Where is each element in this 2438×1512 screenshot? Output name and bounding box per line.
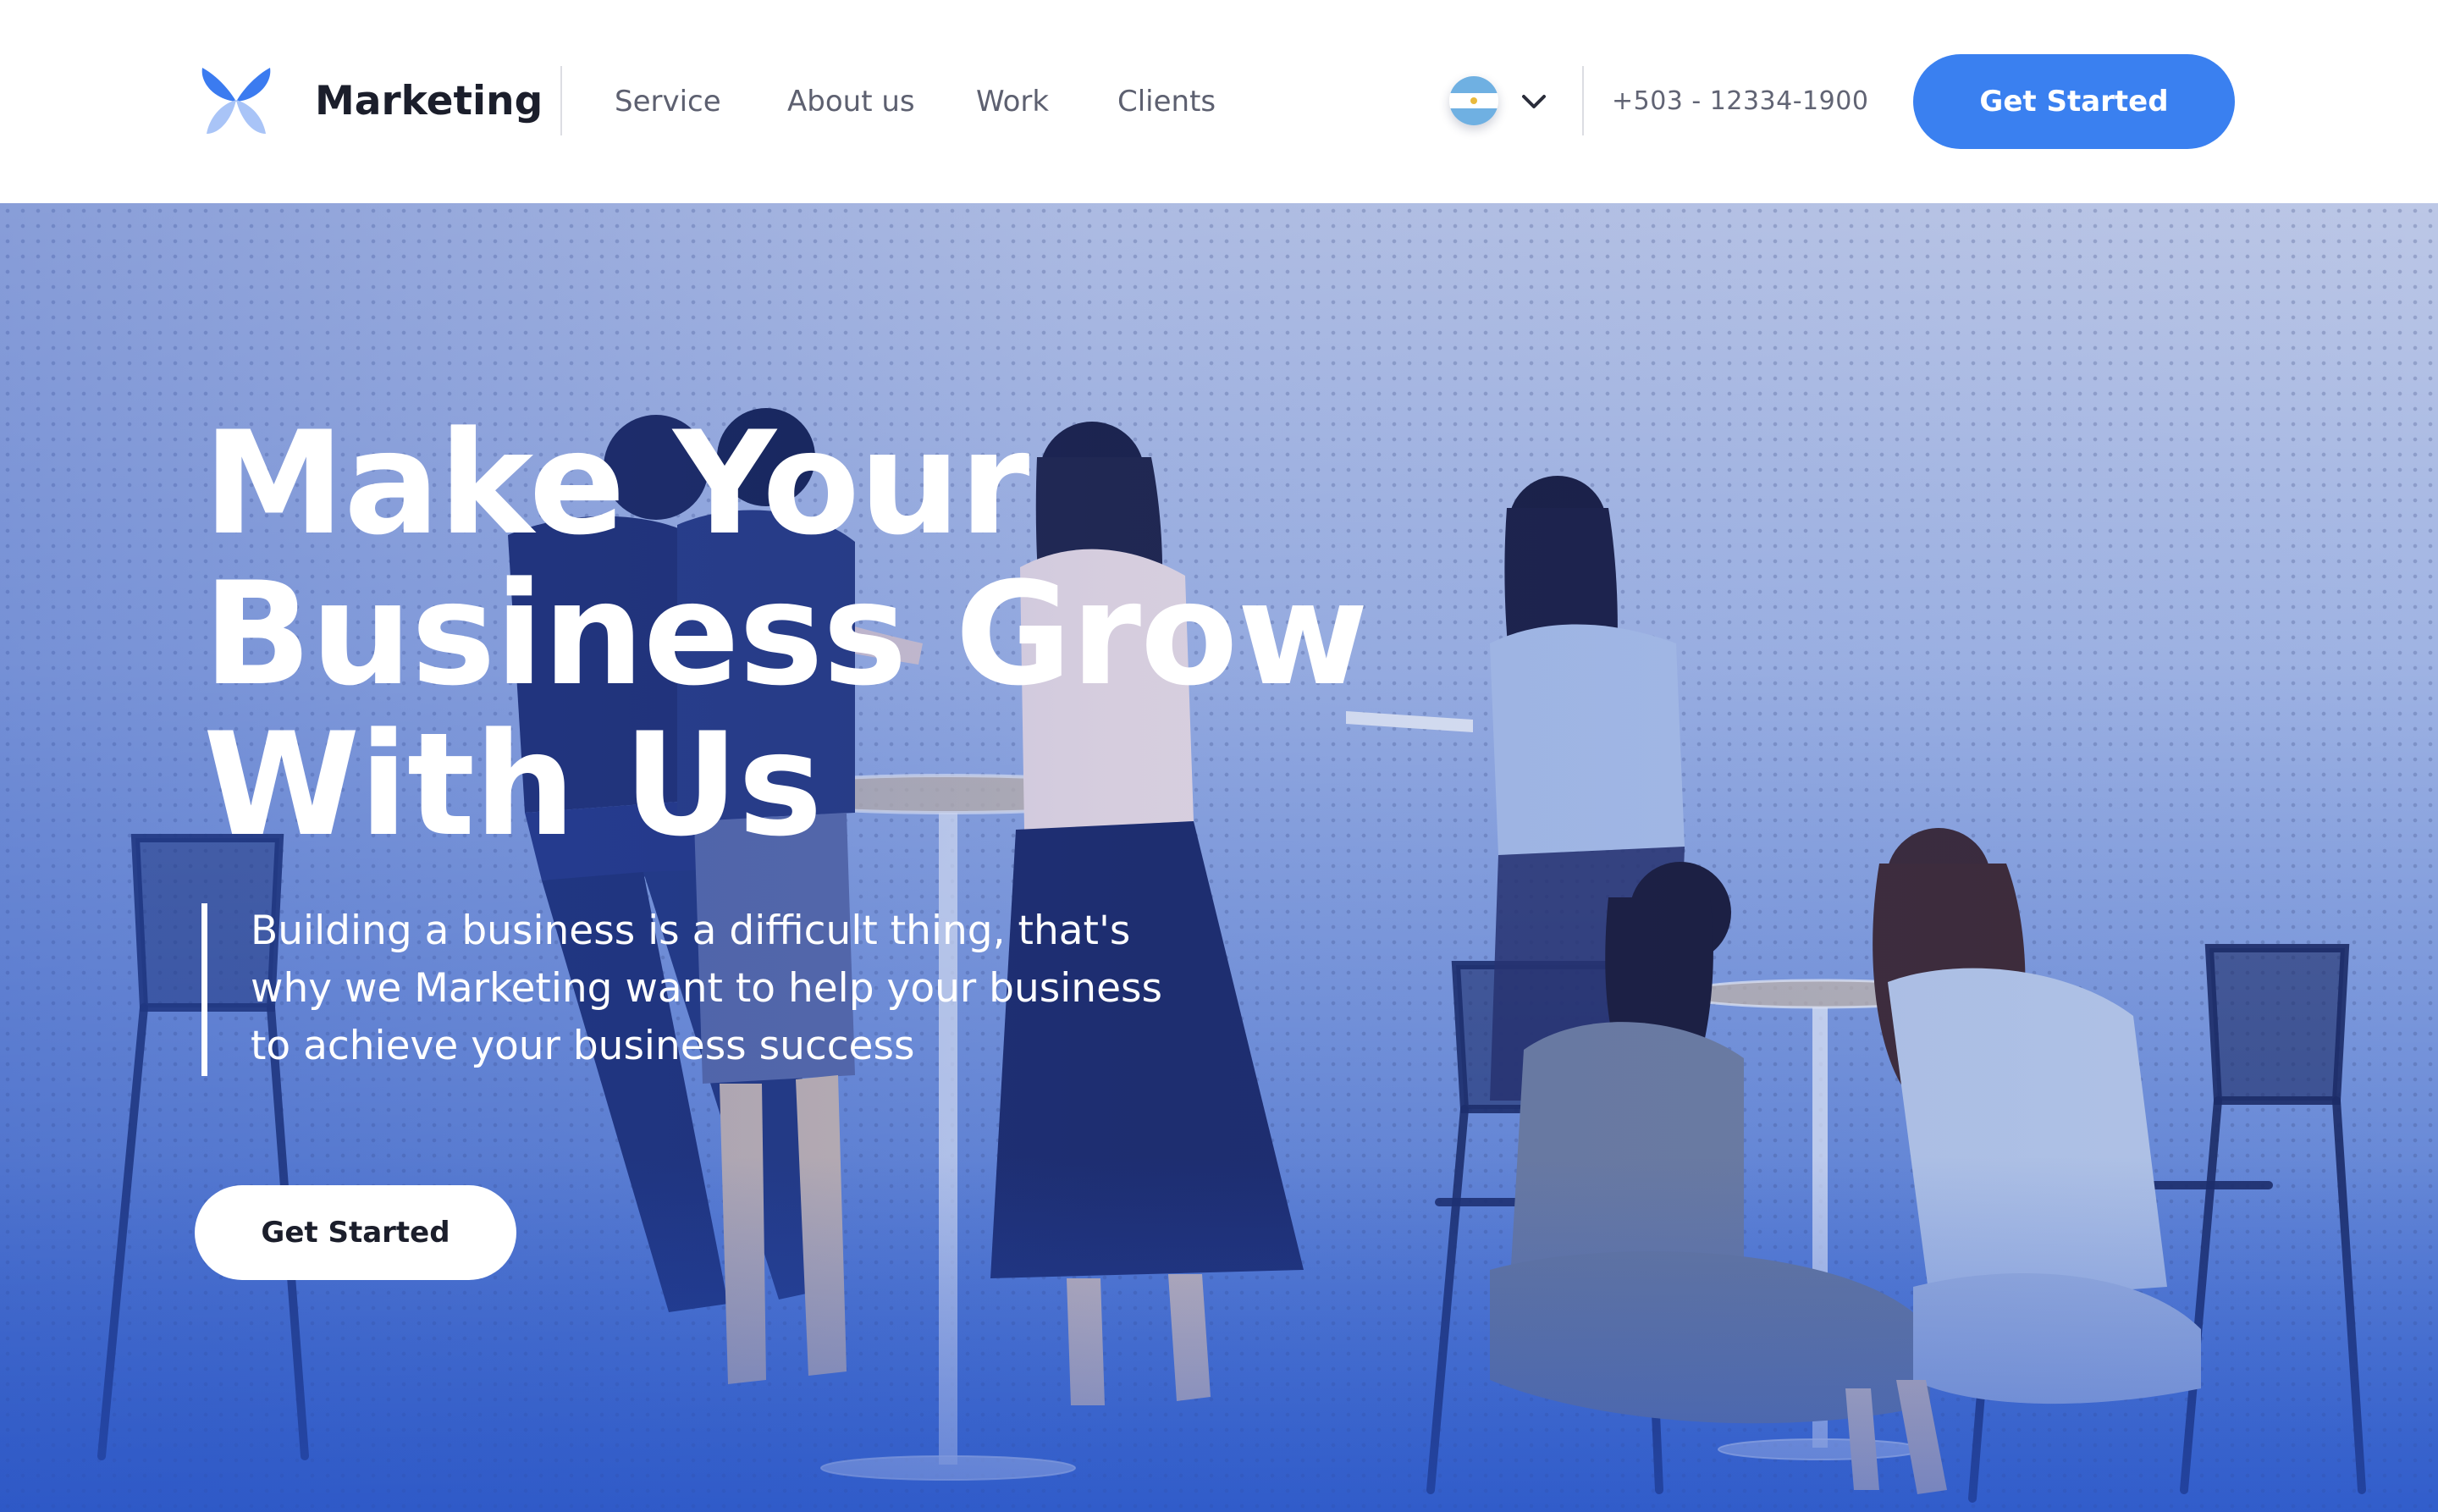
phone-number[interactable]: +503 - 12334-1900 bbox=[1612, 84, 1868, 119]
nav-item-about-us[interactable]: About us bbox=[787, 82, 915, 121]
nav-item-clients[interactable]: Clients bbox=[1117, 82, 1216, 121]
hero-headline-line: With Us bbox=[203, 702, 823, 868]
nav-item-work[interactable]: Work bbox=[976, 82, 1049, 121]
hero-lead-line: why we Marketing want to help your busin… bbox=[251, 965, 1162, 1012]
hero-headline-line: Make Your bbox=[203, 400, 1029, 566]
argentina-flag-icon[interactable] bbox=[1449, 76, 1498, 125]
brand-name[interactable]: Marketing bbox=[315, 76, 543, 127]
hero-lead-line: to achieve your business success bbox=[251, 1023, 915, 1069]
lead-accent-bar bbox=[201, 903, 207, 1076]
chevron-down-icon[interactable] bbox=[1520, 90, 1547, 113]
hero-headline-line: Business Grow bbox=[203, 551, 1369, 717]
header-divider bbox=[560, 66, 562, 135]
header-get-started-button[interactable]: Get Started bbox=[1913, 54, 2235, 149]
nav-item-service[interactable]: Service bbox=[615, 82, 721, 121]
site-header: Marketing Service About us Work Clients … bbox=[0, 0, 2438, 203]
hero-headline: Make Your Business Grow With Us bbox=[203, 408, 1473, 860]
hero-lead-line: Building a business is a difficult thing… bbox=[251, 908, 1131, 954]
butterfly-logo-icon[interactable] bbox=[200, 64, 273, 137]
hero-lead-text: Building a business is a difficult thing… bbox=[251, 902, 1266, 1075]
hero-get-started-button[interactable]: Get Started bbox=[195, 1185, 516, 1280]
header-divider bbox=[1582, 66, 1584, 135]
